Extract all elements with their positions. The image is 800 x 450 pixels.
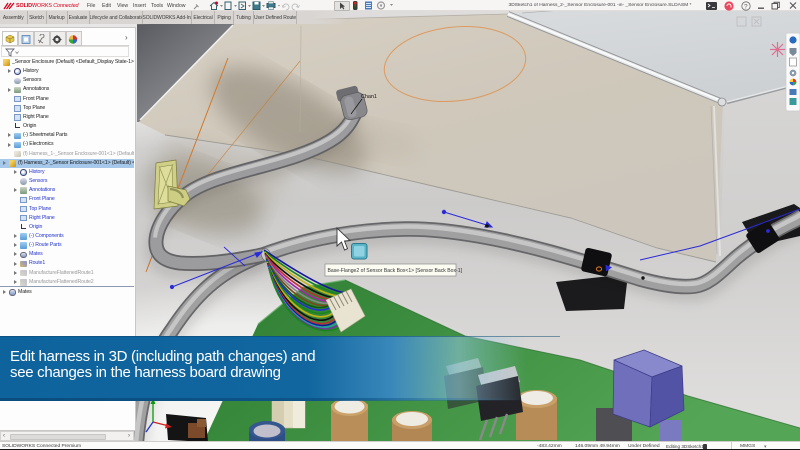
svg-text:Chan1: Chan1 <box>361 94 377 100</box>
svg-text:?: ? <box>744 3 748 10</box>
svg-text:Base-Flange2 of Sensor Back Bo: Base-Flange2 of Sensor Back Box<1> [Sens… <box>328 268 463 274</box>
